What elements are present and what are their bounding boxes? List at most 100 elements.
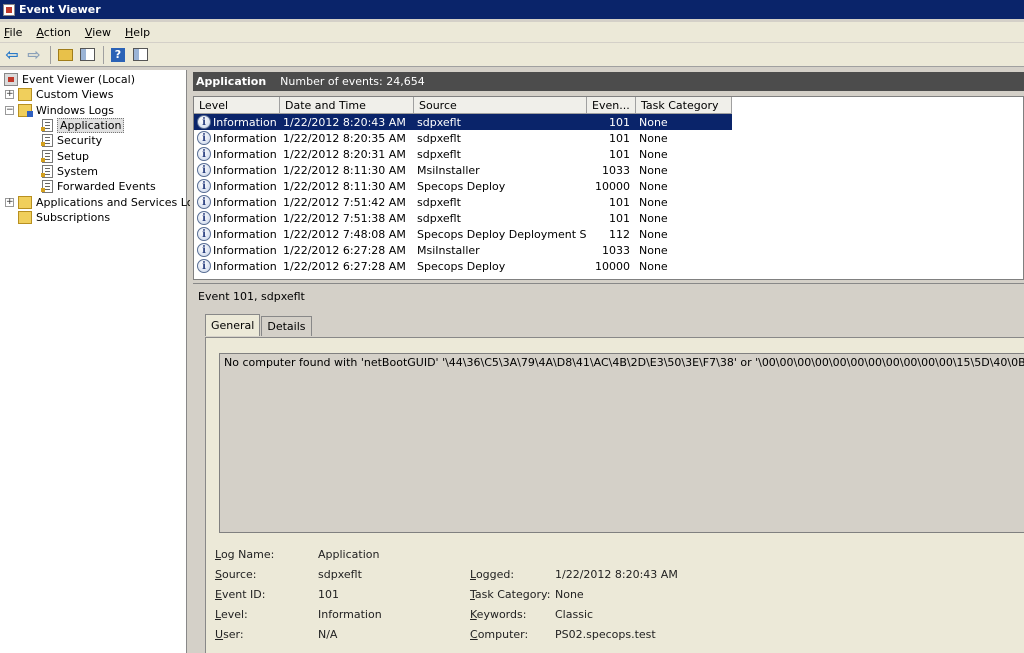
menu-file[interactable]: File	[4, 26, 22, 39]
event-source: sdpxeflt	[414, 210, 587, 226]
tree-label: Security	[57, 134, 103, 147]
event-count: Number of events: 24,654	[280, 75, 425, 88]
task-category-label: Task Category:	[470, 588, 551, 601]
event-date-text: 1/22/2012 8:11:30 AM	[283, 163, 406, 177]
event-date: 1/22/2012 6:27:28 AM	[280, 242, 414, 258]
event-source-text: sdpxeflt	[417, 115, 461, 129]
event-level-text: Information	[213, 147, 277, 161]
table-row[interactable]: i Information 1/22/2012 7:51:42 AM sdpxeflt…	[194, 194, 732, 210]
table-row[interactable]: i Information 1/22/2012 7:51:38 AM sdpxeflt…	[194, 210, 732, 226]
event-id-text: 101	[609, 131, 630, 145]
logged-label: Logged:	[470, 568, 515, 581]
event-id: 10000	[587, 258, 636, 274]
tab-general[interactable]: General	[205, 314, 261, 336]
event-id: 101	[587, 146, 636, 162]
keywords-label: Keywords:	[470, 608, 527, 621]
event-source: MsiInstaller	[414, 242, 587, 258]
event-level: i Information	[194, 242, 280, 258]
information-icon: i	[197, 227, 211, 241]
tree-label: Windows Logs	[36, 104, 114, 117]
menu-view[interactable]: View	[85, 26, 111, 39]
table-row[interactable]: i Information 1/22/2012 8:20:35 AM sdpxeflt…	[194, 130, 732, 146]
tree-item-application[interactable]: Application	[41, 118, 125, 133]
table-row[interactable]: i Information 1/22/2012 8:20:43 AM sdpxeflt…	[194, 114, 732, 130]
log-icon	[41, 119, 53, 132]
event-date-text: 1/22/2012 8:11:30 AM	[283, 179, 406, 193]
event-source: Specops Deploy	[414, 258, 587, 274]
log-icon	[41, 134, 53, 147]
column-header-event-id[interactable]: Even...	[587, 97, 636, 114]
column-header-level[interactable]: Level	[194, 97, 280, 114]
menu-bar: File Action View Help	[0, 22, 1024, 42]
event-level: i Information	[194, 194, 280, 210]
event-id-text: 112	[609, 227, 630, 241]
tree-label: Application	[57, 118, 125, 133]
event-source: sdpxeflt	[414, 194, 587, 210]
event-task-category: None	[636, 114, 732, 130]
event-task-category: None	[636, 130, 732, 146]
information-icon: i	[197, 243, 211, 257]
collapse-icon[interactable]: −	[5, 106, 14, 115]
tree-item-applications-and-services-logs[interactable]: + Applications and Services Logs	[5, 195, 206, 210]
help-icon[interactable]: ?	[108, 45, 128, 65]
menu-help[interactable]: Help	[125, 26, 150, 39]
event-id-text: 1033	[602, 163, 630, 177]
table-row[interactable]: i Information 1/22/2012 8:11:30 AM Specops …	[194, 178, 732, 194]
tree-item-windows-logs[interactable]: − Windows Logs	[5, 103, 114, 118]
expand-icon[interactable]: +	[5, 198, 14, 207]
event-date: 1/22/2012 8:20:35 AM	[280, 130, 414, 146]
menu-action[interactable]: Action	[36, 26, 70, 39]
tree-item-system[interactable]: System	[41, 164, 98, 179]
event-task-category-text: None	[639, 163, 668, 177]
back-icon[interactable]: ⇦	[2, 45, 22, 65]
tree-item-event-viewer-local[interactable]: Event Viewer (Local)	[4, 72, 135, 87]
information-icon: i	[197, 259, 211, 273]
toolbar: ⇦ ⇨ ?	[0, 43, 1024, 67]
event-id: 101	[587, 114, 636, 130]
event-id: 10000	[587, 178, 636, 194]
forward-icon[interactable]: ⇨	[24, 45, 44, 65]
properties-pane-icon[interactable]	[130, 45, 150, 65]
event-id-text: 10000	[595, 179, 630, 193]
event-level-text: Information	[213, 227, 277, 241]
event-task-category-text: None	[639, 179, 668, 193]
event-level: i Information	[194, 178, 280, 194]
tab-details[interactable]: Details	[261, 316, 312, 336]
tree-item-security[interactable]: Security	[41, 133, 103, 148]
event-source-text: Specops Deploy	[417, 259, 506, 273]
expand-icon[interactable]: +	[5, 90, 14, 99]
event-date-text: 1/22/2012 8:20:35 AM	[283, 131, 406, 145]
table-row[interactable]: i Information 1/22/2012 6:27:28 AM Specops …	[194, 258, 732, 274]
tree-item-forwarded-events[interactable]: Forwarded Events	[41, 179, 156, 194]
event-level: i Information	[194, 162, 280, 178]
tree-item-subscriptions[interactable]: Subscriptions	[18, 210, 110, 225]
folder-icon	[18, 88, 32, 101]
up-folder-icon[interactable]	[55, 45, 75, 65]
column-header-source[interactable]: Source	[414, 97, 587, 114]
level-label: Level:	[215, 608, 248, 621]
column-header-task-category[interactable]: Task Category	[636, 97, 732, 114]
table-row[interactable]: i Information 1/22/2012 7:48:08 AM Specops …	[194, 226, 732, 242]
table-row[interactable]: i Information 1/22/2012 8:11:30 AM MsiInsta…	[194, 162, 732, 178]
event-source-text: Specops Deploy Deployment Ser...	[417, 227, 587, 241]
tree-item-setup[interactable]: Setup	[41, 149, 89, 164]
event-task-category-text: None	[639, 211, 668, 225]
event-task-category: None	[636, 210, 732, 226]
windows-logs-icon	[18, 104, 33, 117]
details-tabs: General Details	[205, 314, 313, 338]
subscriptions-icon	[18, 211, 32, 224]
show-hide-pane-icon[interactable]	[77, 45, 97, 65]
event-description[interactable]: No computer found with 'netBootGUID' '\4…	[219, 353, 1024, 533]
tree-item-custom-views[interactable]: + Custom Views	[5, 87, 113, 102]
event-task-category: None	[636, 194, 732, 210]
event-level-text: Information	[213, 211, 277, 225]
event-id-text: 10000	[595, 259, 630, 273]
event-details-title: Event 101, sdpxeflt	[198, 290, 305, 303]
table-row[interactable]: i Information 1/22/2012 6:27:28 AM MsiInsta…	[194, 242, 732, 258]
tree-label: Forwarded Events	[57, 180, 156, 193]
table-row[interactable]: i Information 1/22/2012 8:20:31 AM sdpxeflt…	[194, 146, 732, 162]
column-header-date[interactable]: Date and Time	[280, 97, 414, 114]
event-task-category-text: None	[639, 227, 668, 241]
log-icon	[41, 165, 53, 178]
information-icon: i	[197, 179, 211, 193]
